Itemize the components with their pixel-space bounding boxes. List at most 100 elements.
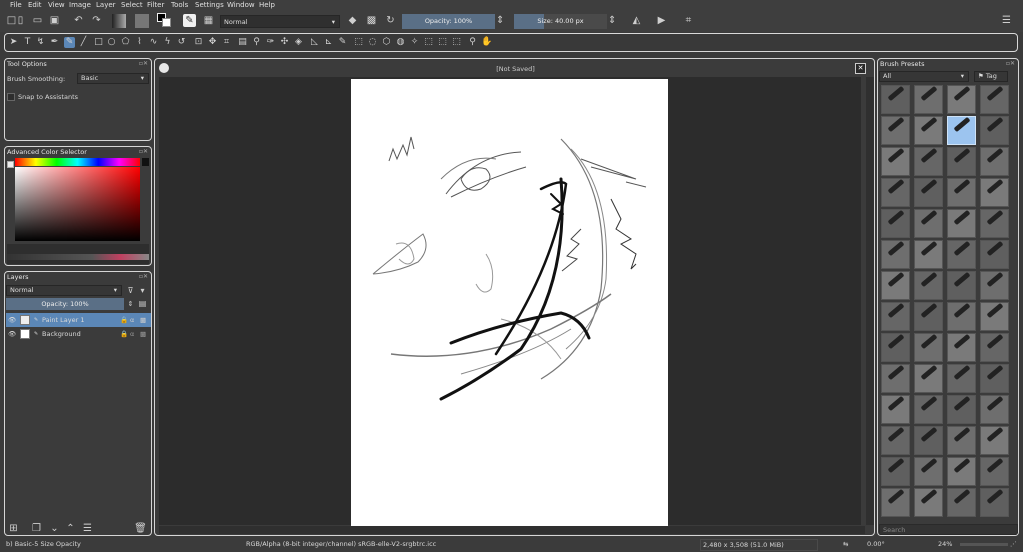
brush-preset-tile[interactable] [914, 85, 943, 114]
brush-preset-tile[interactable] [881, 333, 910, 362]
brush-preset-tile[interactable] [947, 364, 976, 393]
contiguous-select-tool-icon[interactable]: ✧ [409, 37, 420, 48]
brush-preset-icon[interactable]: ✎ [183, 14, 196, 27]
layer-properties-icon[interactable]: ☰ [81, 522, 94, 535]
layer-row[interactable]: 👁 ✎ Paint Layer 1 🔒 α ▩ [6, 313, 151, 327]
blend-mode-select[interactable]: Normal ▾ [220, 15, 340, 28]
brush-tag-button[interactable]: ⚑ Tag [974, 71, 1008, 82]
freehand-brush-tool-icon[interactable]: ✎ [64, 37, 75, 48]
undo-icon[interactable]: ↶ [72, 14, 85, 27]
brush-preset-tile[interactable] [881, 240, 910, 269]
fill-tool-icon[interactable]: ◈ [293, 37, 304, 48]
freehand-path-tool-icon[interactable]: ϟ [162, 37, 173, 48]
brush-preset-tile[interactable] [980, 85, 1009, 114]
snap-checkbox[interactable] [7, 93, 15, 101]
move-up-icon[interactable]: ⌃ [64, 522, 77, 535]
brush-preset-tile[interactable] [881, 457, 910, 486]
background-color-swatch[interactable] [162, 18, 171, 27]
hue-slider[interactable] [15, 158, 140, 166]
inherit-alpha-icon[interactable]: ▩ [140, 327, 146, 341]
mirror-horizontal-icon[interactable]: ◭ [630, 14, 643, 27]
recent-colors-strip[interactable] [7, 254, 149, 260]
edit-shapes-tool-icon[interactable]: ↯ [35, 37, 46, 48]
brush-preset-tile[interactable] [947, 302, 976, 331]
brush-editor-icon[interactable]: ▦ [202, 14, 215, 27]
brush-preset-tile[interactable] [947, 488, 976, 517]
hue-handle[interactable] [142, 158, 149, 166]
brush-preset-tile[interactable] [980, 333, 1009, 362]
brush-preset-tile[interactable] [947, 333, 976, 362]
layer-name[interactable]: Background [42, 327, 81, 341]
redo-icon[interactable]: ↷ [90, 14, 103, 27]
brush-preset-tile[interactable] [881, 178, 910, 207]
brush-preset-tile[interactable] [881, 147, 910, 176]
menu-settings[interactable]: Settings [195, 1, 224, 9]
brush-preset-tile[interactable] [980, 271, 1009, 300]
crop-tool-icon[interactable]: ⌗ [221, 37, 232, 48]
brush-search-input[interactable]: Search [879, 524, 1018, 535]
move-down-icon[interactable]: ⌄ [48, 522, 61, 535]
drawing-canvas[interactable] [351, 79, 668, 527]
brush-preset-tile[interactable] [947, 116, 976, 145]
transform-tool-icon[interactable]: ⊡ [193, 37, 204, 48]
layer-name[interactable]: Paint Layer 1 [42, 313, 84, 327]
brush-preset-tile[interactable] [881, 209, 910, 238]
brush-smoothing-select[interactable]: Basic ▾ [77, 73, 149, 84]
brush-preset-tile[interactable] [914, 457, 943, 486]
brush-preset-tile[interactable] [914, 147, 943, 176]
lock-icon[interactable]: 🔒 [120, 327, 128, 341]
brush-filter-select[interactable]: All ▾ [879, 71, 969, 82]
menu-tools[interactable]: Tools [171, 1, 188, 9]
duplicate-layer-icon[interactable]: ❐ [30, 522, 43, 535]
reload-icon[interactable]: ↻ [384, 14, 397, 27]
layer-blend-mode-select[interactable]: Normal ▾ [6, 285, 122, 296]
rect-select-tool-icon[interactable]: ⬚ [353, 37, 364, 48]
assistant-tool-icon[interactable]: ◺ [309, 37, 320, 48]
gradient-tool-icon[interactable]: ▤ [237, 37, 248, 48]
colorize-mask-tool-icon[interactable]: ✑ [265, 37, 276, 48]
brush-preset-tile[interactable] [980, 395, 1009, 424]
menu-image[interactable]: Image [69, 1, 91, 9]
measure-tool-icon[interactable]: ⊾ [323, 37, 334, 48]
calligraphy-tool-icon[interactable]: ✒ [49, 37, 60, 48]
alpha-lock-icon[interactable]: α [130, 327, 134, 341]
zoom-tool-icon[interactable]: ⚲ [467, 37, 478, 48]
brush-preset-tile[interactable] [980, 302, 1009, 331]
pan-tool-icon[interactable]: ✋ [481, 37, 492, 48]
brush-preset-tile[interactable] [881, 116, 910, 145]
color-history-icon[interactable] [7, 161, 14, 168]
add-layer-icon[interactable]: ⊞ [7, 522, 20, 535]
brush-preset-tile[interactable] [881, 271, 910, 300]
vertical-scrollbar[interactable] [866, 77, 874, 525]
polygon-tool-icon[interactable]: ⬠ [120, 37, 131, 48]
brush-preset-tile[interactable] [914, 209, 943, 238]
brush-preset-tile[interactable] [914, 333, 943, 362]
ellipse-tool-icon[interactable]: ○ [106, 37, 117, 48]
eye-icon[interactable]: 👁 [8, 327, 16, 341]
menu-view[interactable]: View [48, 1, 65, 9]
save-icon[interactable]: ▣ [48, 14, 61, 27]
magnetic-select-tool-icon[interactable]: ⬚ [451, 37, 462, 48]
bezier-select-tool-icon[interactable]: ⬚ [437, 37, 448, 48]
mirror-vertical-icon[interactable]: ▶ [655, 14, 668, 27]
brush-preset-tile[interactable] [914, 271, 943, 300]
brush-preset-tile[interactable] [980, 488, 1009, 517]
brush-preset-tile[interactable] [914, 395, 943, 424]
inherit-alpha-icon[interactable]: ▩ [140, 313, 146, 327]
status-zoom[interactable]: 24% [938, 540, 952, 548]
eye-icon[interactable]: 👁 [8, 313, 16, 327]
workspace-icon[interactable]: ☰ [1000, 14, 1013, 27]
spinbox-arrows-icon[interactable]: ⇕ [608, 14, 616, 27]
text-tool-icon[interactable]: T [22, 37, 33, 48]
freehand-select-tool-icon[interactable]: ◍ [395, 37, 406, 48]
layer-row[interactable]: 👁 ✎ Background 🔒 α ▩ [6, 327, 151, 341]
menu-help[interactable]: Help [259, 1, 275, 9]
ellipse-select-tool-icon[interactable]: ◌ [367, 37, 378, 48]
select-shapes-tool-icon[interactable]: ➤ [8, 37, 19, 48]
layer-properties-icon[interactable]: ▤ [136, 298, 149, 310]
crop-icon[interactable]: ⌗ [682, 14, 695, 27]
panel-float-close-icon[interactable]: ▫✕ [139, 148, 148, 155]
smart-patch-tool-icon[interactable]: ✣ [279, 37, 290, 48]
color-sampler-tool-icon[interactable]: ⚲ [251, 37, 262, 48]
brush-preset-tile[interactable] [947, 240, 976, 269]
